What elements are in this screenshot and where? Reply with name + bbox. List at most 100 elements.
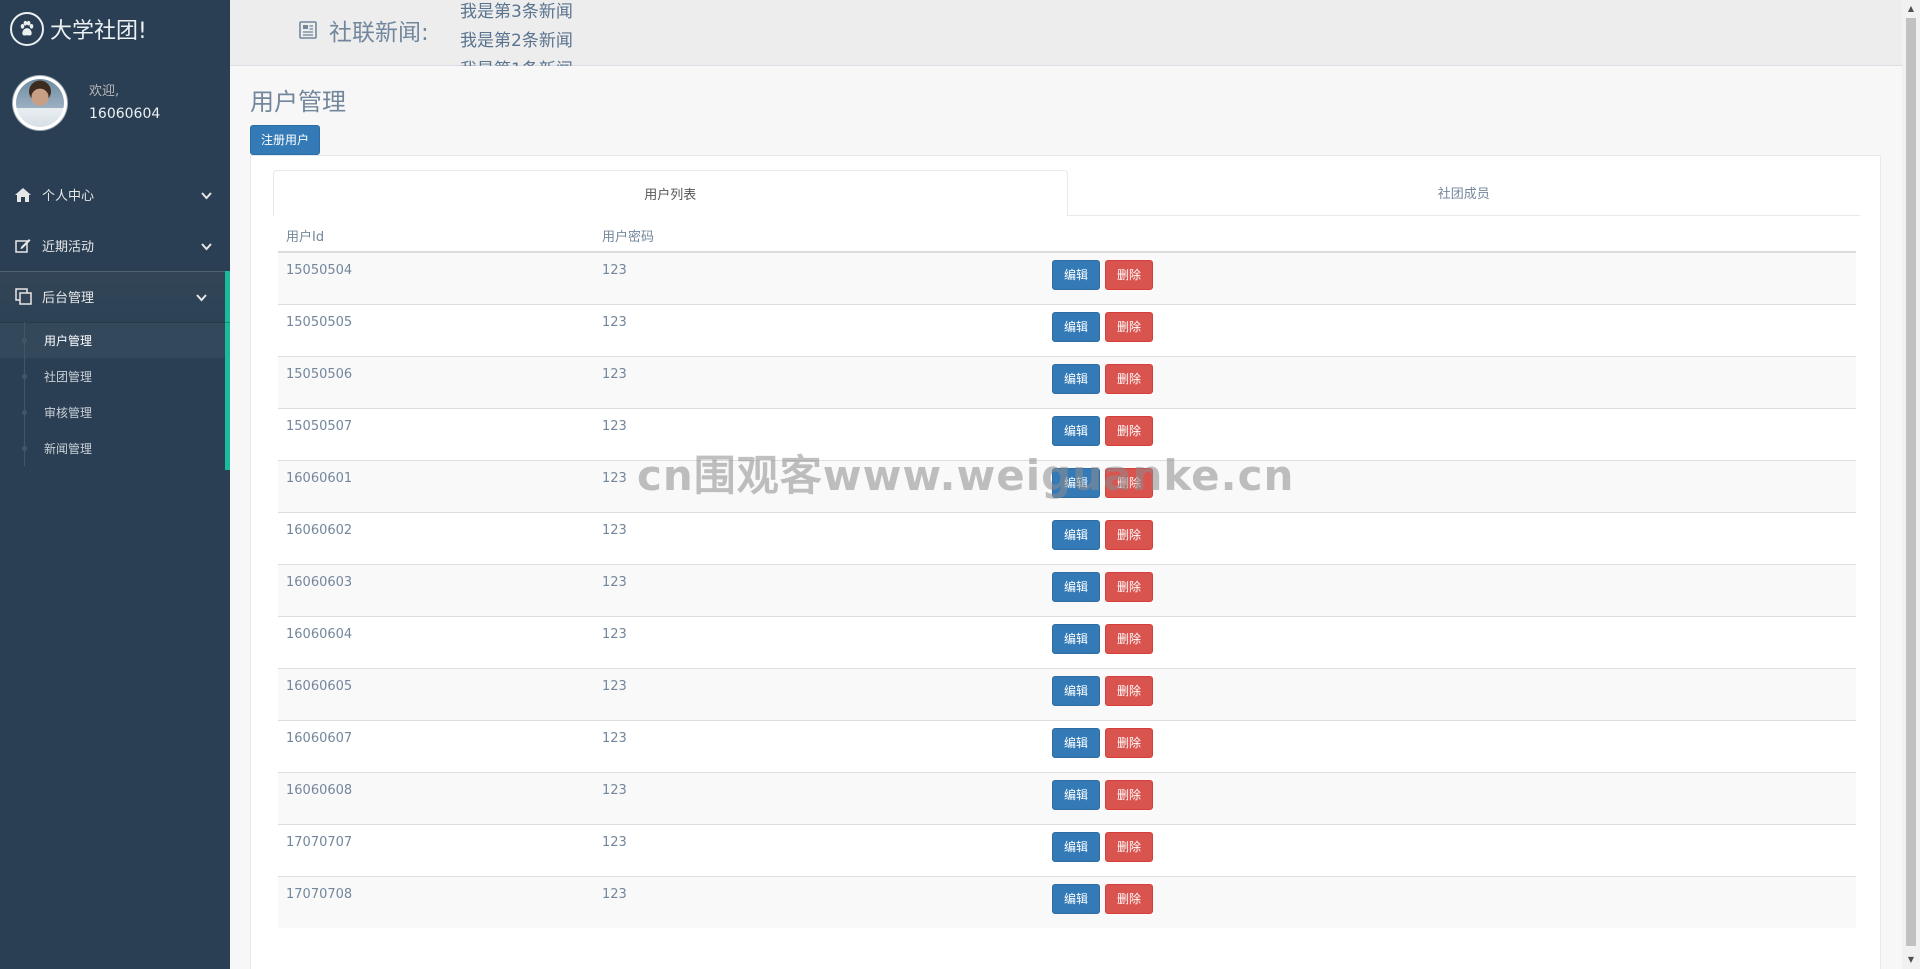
news-item[interactable]: 我是第2条新闻 — [460, 27, 660, 56]
delete-button[interactable]: 删除 — [1105, 727, 1154, 758]
cell-user-id: 16060602 — [278, 511, 594, 564]
menu-item-admin[interactable]: 后台管理 — [0, 271, 230, 322]
page-title: 用户管理 — [250, 88, 346, 116]
table-row: 17070708 123 编辑 删除 — [278, 875, 1856, 928]
edit-button[interactable]: 编辑 — [1052, 311, 1101, 342]
top-nav: 社联新闻: 我是第3条新闻 我是第2条新闻 我是第1条新闻 — [230, 0, 1902, 66]
table-row: 16060601 123 编辑 删除 — [278, 459, 1856, 512]
scroll-down-icon[interactable]: ▼ — [1906, 955, 1916, 965]
cell-password: 123 — [594, 615, 1046, 668]
scroll-up-icon[interactable]: ▲ — [1906, 4, 1916, 14]
edit-button[interactable]: 编辑 — [1052, 675, 1101, 706]
menu-item-label: 近期活动 — [42, 240, 95, 255]
cell-user-id: 15050505 — [278, 303, 594, 356]
menu-item-label: 后台管理 — [42, 291, 95, 306]
sidebar-item-news-management[interactable]: 新闻管理 — [0, 430, 225, 466]
cell-actions: 编辑 删除 — [1046, 355, 1856, 408]
cell-actions: 编辑 删除 — [1046, 875, 1856, 928]
sidebar-item-club-management[interactable]: 社团管理 — [0, 358, 225, 394]
newspaper-icon — [298, 20, 318, 44]
cell-password: 123 — [594, 823, 1046, 876]
table-row: 16060605 123 编辑 删除 — [278, 667, 1856, 720]
paw-icon — [10, 11, 44, 46]
delete-button[interactable]: 删除 — [1105, 883, 1154, 914]
cell-user-id: 16060604 — [278, 615, 594, 668]
chevron-down-icon — [201, 189, 212, 204]
profile-username: 16060604 — [89, 106, 161, 122]
column-header-user-id: 用户Id — [278, 219, 594, 253]
cell-password: 123 — [594, 251, 1046, 304]
delete-button[interactable]: 删除 — [1105, 519, 1154, 550]
edit-button[interactable]: 编辑 — [1052, 467, 1101, 498]
cell-user-id: 17070707 — [278, 823, 594, 876]
edit-button[interactable]: 编辑 — [1052, 571, 1101, 602]
scroll-thumb[interactable] — [1906, 18, 1916, 946]
cell-password: 123 — [594, 511, 1046, 564]
cell-password: 123 — [594, 563, 1046, 616]
table-row: 15050507 123 编辑 删除 — [278, 407, 1856, 460]
chevron-down-icon — [196, 291, 207, 306]
tab-bar: 用户列表 社团成员 — [273, 170, 1861, 217]
delete-button[interactable]: 删除 — [1105, 260, 1154, 290]
admin-submenu: 用户管理 社团管理 审核管理 新闻管理 — [0, 322, 230, 470]
menu-item-personal[interactable]: 个人中心 — [0, 169, 230, 220]
delete-button[interactable]: 删除 — [1105, 571, 1154, 602]
menu-item-activities[interactable]: 近期活动 — [0, 220, 230, 271]
sidebar-item-review-management[interactable]: 审核管理 — [0, 394, 225, 430]
profile-welcome: 欢迎, — [89, 84, 120, 99]
edit-button[interactable]: 编辑 — [1052, 519, 1101, 550]
cell-user-id: 15050504 — [278, 251, 594, 304]
delete-button[interactable]: 删除 — [1105, 467, 1154, 498]
brand[interactable]: 大学社团! — [0, 0, 230, 57]
home-icon — [15, 187, 33, 202]
register-user-button[interactable]: 注册用户 — [250, 125, 321, 155]
edit-icon — [15, 238, 33, 253]
delete-button[interactable]: 删除 — [1105, 831, 1154, 862]
delete-button[interactable]: 删除 — [1105, 623, 1154, 654]
cell-user-id: 16060605 — [278, 667, 594, 720]
cell-actions: 编辑 删除 — [1046, 459, 1856, 512]
chevron-down-icon — [201, 240, 212, 255]
table-body: 15050504 123 编辑 删除 15050505 123 编辑 删除 15050506 12… — [278, 251, 1856, 928]
delete-button[interactable]: 删除 — [1105, 415, 1154, 446]
table-row: 15050506 123 编辑 删除 — [278, 355, 1856, 408]
table-row: 16060603 123 编辑 删除 — [278, 563, 1856, 616]
news-label: 社联新闻: — [329, 20, 429, 46]
table-row: 16060608 123 编辑 删除 — [278, 771, 1856, 824]
cell-password: 123 — [594, 355, 1046, 408]
delete-button[interactable]: 删除 — [1105, 779, 1154, 810]
delete-button[interactable]: 删除 — [1105, 311, 1154, 342]
cell-password: 123 — [594, 407, 1046, 460]
cell-password: 123 — [594, 719, 1046, 772]
news-item[interactable]: 我是第1条新闻 — [460, 56, 660, 66]
tab-user-list[interactable]: 用户列表 — [273, 170, 1068, 217]
edit-button[interactable]: 编辑 — [1052, 623, 1101, 654]
news-item[interactable]: 我是第3条新闻 — [460, 0, 660, 27]
column-header-password: 用户密码 — [594, 219, 1046, 253]
edit-button[interactable]: 编辑 — [1052, 883, 1101, 914]
cell-password: 123 — [594, 875, 1046, 928]
cell-actions: 编辑 删除 — [1046, 771, 1856, 824]
main-content: 用户管理 注册用户 用户列表 社团成员 用户Id 用户密码 15050504 12… — [250, 66, 1882, 969]
table-row: 16060604 123 编辑 删除 — [278, 615, 1856, 668]
edit-button[interactable]: 编辑 — [1052, 831, 1101, 862]
edit-button[interactable]: 编辑 — [1052, 415, 1101, 446]
sidebar-item-user-management[interactable]: 用户管理 — [0, 322, 225, 358]
delete-button[interactable]: 删除 — [1105, 675, 1154, 706]
scrollbar[interactable]: ▲ ▼ — [1902, 0, 1920, 969]
cell-actions: 编辑 删除 — [1046, 667, 1856, 720]
profile: 欢迎, 16060604 — [0, 57, 230, 149]
side-menu: 个人中心 近期活动 后台管理 用户管理 社团管理 审核管理 新闻管理 — [0, 169, 230, 470]
edit-button[interactable]: 编辑 — [1052, 363, 1101, 394]
edit-button[interactable]: 编辑 — [1052, 260, 1101, 290]
cell-password: 123 — [594, 667, 1046, 720]
delete-button[interactable]: 删除 — [1105, 363, 1154, 394]
edit-button[interactable]: 编辑 — [1052, 779, 1101, 810]
cell-user-id: 16060608 — [278, 771, 594, 824]
table-row: 17070707 123 编辑 删除 — [278, 823, 1856, 876]
edit-button[interactable]: 编辑 — [1052, 727, 1101, 758]
cell-password: 123 — [594, 771, 1046, 824]
menu-item-label: 个人中心 — [42, 189, 95, 204]
brand-title: 大学社团! — [50, 18, 147, 44]
tab-club-members[interactable]: 社团成员 — [1068, 170, 1861, 215]
